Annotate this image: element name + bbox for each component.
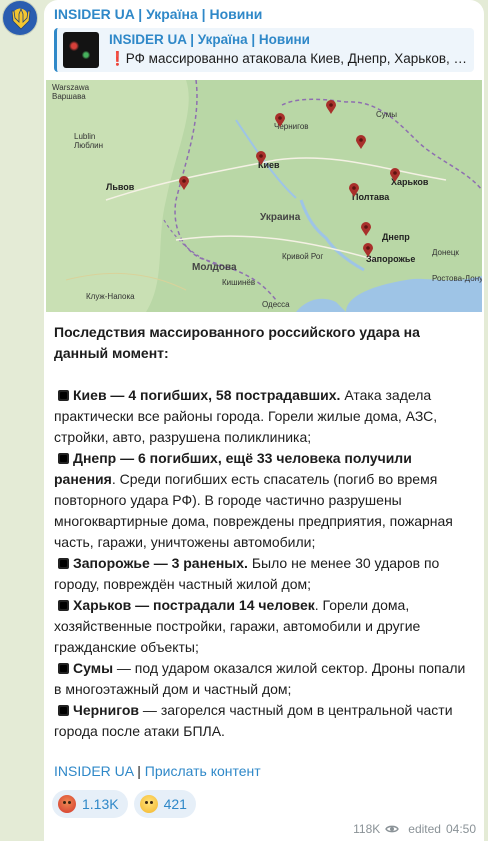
map-pin-chernigov[interactable] bbox=[275, 113, 285, 127]
eye-icon bbox=[385, 825, 400, 833]
map-label-moldova: Молдова bbox=[192, 262, 237, 273]
channel-avatar[interactable] bbox=[2, 0, 38, 36]
map-label-zaporozhye: Запорожье bbox=[366, 254, 416, 264]
post-item-zaporozhye: Запорожье — 3 раненых. Было не менее 30 … bbox=[54, 555, 440, 592]
post-item-dnepr: Днепр — 6 погибших, ещё 33 человека полу… bbox=[54, 450, 453, 550]
map-label-chisinau: Кишинёв bbox=[222, 278, 256, 287]
map-image[interactable]: Warszawa Варшава Lublin Люблин Львов Чер… bbox=[46, 80, 482, 312]
post-item-kharkov: Харьков — пострадали 14 человек. Горели … bbox=[54, 597, 421, 655]
black-square-icon bbox=[58, 663, 69, 674]
footer-links: INSIDER UA | Прислать контент bbox=[54, 763, 261, 779]
reply-preview[interactable]: INSIDER UA | Україна | Новини ❗РФ массир… bbox=[54, 28, 474, 72]
reaction-crying[interactable]: 421 bbox=[133, 790, 196, 818]
map-pin-poltava[interactable] bbox=[349, 183, 359, 197]
crying-face-icon bbox=[139, 795, 158, 813]
map-label-odessa: Одесса bbox=[262, 300, 290, 309]
map-pin-kharkov[interactable] bbox=[390, 168, 400, 182]
map-label-ukraine: Украина bbox=[260, 212, 301, 223]
channel-link[interactable]: INSIDER UA bbox=[54, 763, 133, 779]
reply-text: ❗РФ массированно атаковала Киев, Днепр, … bbox=[109, 51, 474, 66]
map-label-donetsk: Донецк bbox=[432, 248, 459, 257]
reply-thumbnail bbox=[63, 32, 99, 68]
reaction-count: 421 bbox=[163, 796, 187, 812]
map-label-dnepr: Днепр bbox=[382, 232, 410, 242]
submit-content-link[interactable]: Прислать контент bbox=[145, 763, 261, 779]
map-pin-sumy[interactable] bbox=[326, 100, 336, 114]
map-label-warsaw: Варшава bbox=[52, 92, 86, 101]
map-pin-west[interactable] bbox=[179, 176, 189, 190]
reaction-count: 1.13K bbox=[82, 796, 119, 812]
message-meta: 118K edited 04:50 bbox=[353, 822, 476, 836]
map-pin-kharkov-north[interactable] bbox=[356, 135, 366, 149]
post-text: Последствия массированного российского у… bbox=[54, 322, 474, 742]
map-label-lyublin: Люблин bbox=[74, 141, 104, 150]
post-item-kiev: Киев — 4 погибших, 58 пострадавших. Атак… bbox=[54, 387, 438, 445]
post-item-sumy: Сумы — под ударом оказался жилой сектор.… bbox=[54, 660, 466, 697]
reaction-angry[interactable]: 1.13K bbox=[52, 790, 128, 818]
post-item-chernigov: Чернигов — загорелся частный дом в центр… bbox=[54, 702, 453, 739]
link-separator: | bbox=[133, 763, 145, 779]
map-label-rostov: Ростова-Дону bbox=[432, 274, 482, 283]
map-label-lviv: Львов bbox=[106, 182, 135, 192]
map-pin-zaporozhye[interactable] bbox=[363, 243, 373, 257]
trident-icon bbox=[11, 8, 31, 30]
map-pin-kiev[interactable] bbox=[256, 151, 266, 165]
edited-label: edited bbox=[408, 822, 441, 836]
map-pin-dnepr[interactable] bbox=[361, 222, 371, 236]
channel-name[interactable]: INSIDER UA | Україна | Новини bbox=[54, 6, 262, 22]
message-bubble: INSIDER UA | Україна | Новини INSIDER UA… bbox=[44, 0, 484, 841]
post-heading: Последствия массированного российского у… bbox=[54, 324, 420, 361]
map-label-warszawa: Warszawa bbox=[52, 83, 90, 92]
view-count: 118K bbox=[353, 822, 381, 836]
message-time: 04:50 bbox=[445, 822, 476, 836]
map-label-sumy: Сумы bbox=[376, 110, 397, 119]
black-square-icon bbox=[58, 390, 69, 401]
reactions-bar: 1.13K 421 bbox=[52, 790, 196, 818]
black-square-icon bbox=[58, 705, 69, 716]
black-square-icon bbox=[58, 453, 69, 464]
angry-face-icon bbox=[58, 795, 76, 813]
map-label-krivoy-rog: Кривой Рог bbox=[282, 252, 324, 261]
black-square-icon bbox=[58, 600, 69, 611]
black-square-icon bbox=[58, 558, 69, 569]
map-label-cluj: Клуж-Напока bbox=[86, 292, 135, 301]
map-label-lublin: Lublin bbox=[74, 132, 96, 141]
reply-title: INSIDER UA | Україна | Новини bbox=[109, 32, 310, 47]
